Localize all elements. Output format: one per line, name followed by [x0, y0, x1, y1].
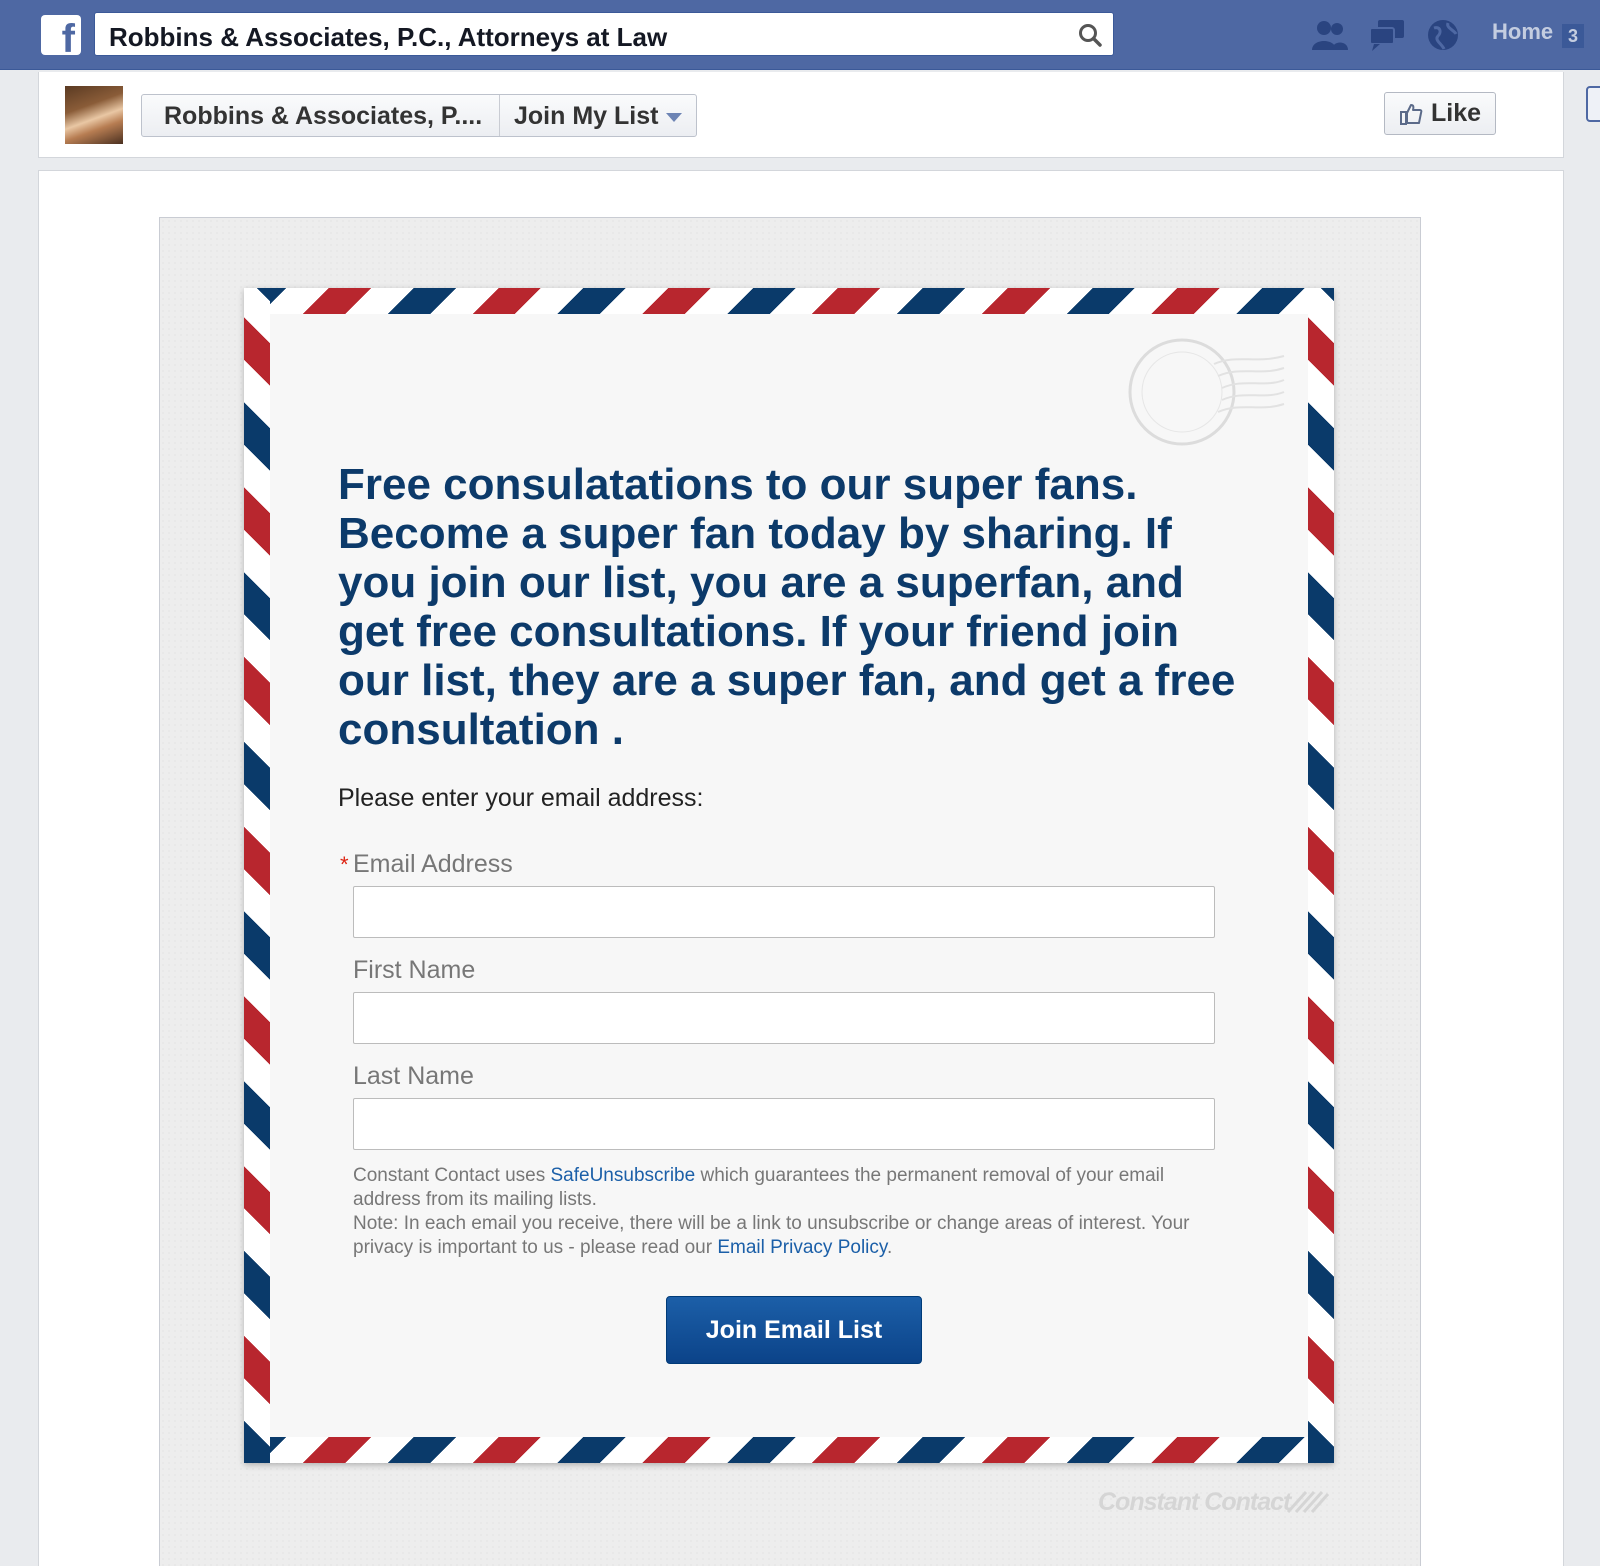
fine-print: Constant Contact uses SafeUnsubscribe wh…: [353, 1164, 1213, 1260]
paper-background: Free consulatations to our super fans. B…: [159, 217, 1421, 1566]
facebook-top-bar: f Robbins & Associates, P.C., Attorneys …: [0, 0, 1600, 70]
thumbs-up-icon: [1400, 104, 1423, 125]
safeunsubscribe-link[interactable]: SafeUnsubscribe: [551, 1165, 696, 1186]
home-link[interactable]: Home: [1492, 19, 1553, 45]
like-button[interactable]: Like: [1384, 92, 1496, 135]
required-marker: *: [340, 852, 349, 877]
fine-print-text-1: Constant Contact uses: [353, 1165, 551, 1186]
notification-count-badge[interactable]: 3: [1562, 24, 1584, 48]
facebook-logo-letter: f: [61, 17, 75, 61]
app-tab-content: Free consulatations to our super fans. B…: [38, 170, 1564, 1566]
airmail-envelope: Free consulatations to our super fans. B…: [244, 288, 1334, 1463]
page-header: Robbins & Associates, P.... Join My List…: [38, 72, 1564, 158]
postmark-stamp-icon: [1128, 338, 1285, 446]
envelope-stripe-top: [244, 288, 1334, 314]
constant-contact-logo: Constant Contact: [1098, 1488, 1291, 1516]
envelope-stripe-left: [244, 288, 270, 1463]
notifications-globe-icon[interactable]: [1424, 18, 1462, 52]
chevron-down-icon: [666, 113, 682, 122]
fine-print-text-4: .: [886, 1237, 893, 1258]
search-value[interactable]: Robbins & Associates, P.C., Attorneys at…: [109, 22, 667, 53]
email-privacy-policy-link[interactable]: Email Privacy Policy: [717, 1237, 887, 1258]
first-name-label: First Name: [353, 956, 476, 984]
friend-requests-icon[interactable]: [1310, 18, 1348, 52]
first-name-field[interactable]: [353, 992, 1215, 1044]
envelope-stripe-right: [1308, 288, 1334, 1463]
search-input[interactable]: Robbins & Associates, P.C., Attorneys at…: [94, 12, 1114, 56]
page-avatar[interactable]: [65, 86, 123, 144]
breadcrumb: Robbins & Associates, P.... Join My List: [141, 94, 697, 137]
facebook-logo-icon[interactable]: f: [41, 15, 81, 59]
last-name-field[interactable]: [353, 1098, 1215, 1150]
offer-headline: Free consulatations to our super fans. B…: [338, 460, 1236, 754]
email-address-field[interactable]: [353, 886, 1215, 938]
breadcrumb-page-name[interactable]: Robbins & Associates, P....: [142, 95, 500, 136]
side-panel-toggle[interactable]: [1586, 86, 1600, 122]
envelope-stripe-bottom: [244, 1437, 1334, 1463]
messages-icon[interactable]: [1368, 18, 1406, 52]
email-address-label: Email Address: [353, 850, 513, 878]
like-label: Like: [1431, 99, 1482, 127]
last-name-label: Last Name: [353, 1062, 474, 1090]
search-icon[interactable]: [1077, 22, 1103, 48]
join-email-list-button[interactable]: Join Email List: [666, 1296, 922, 1364]
email-prompt: Please enter your email address:: [338, 784, 704, 812]
breadcrumb-tab-label: Join My List: [514, 102, 659, 130]
breadcrumb-tab-dropdown[interactable]: Join My List: [500, 95, 696, 136]
constant-contact-logo-icon: [1286, 1490, 1330, 1514]
